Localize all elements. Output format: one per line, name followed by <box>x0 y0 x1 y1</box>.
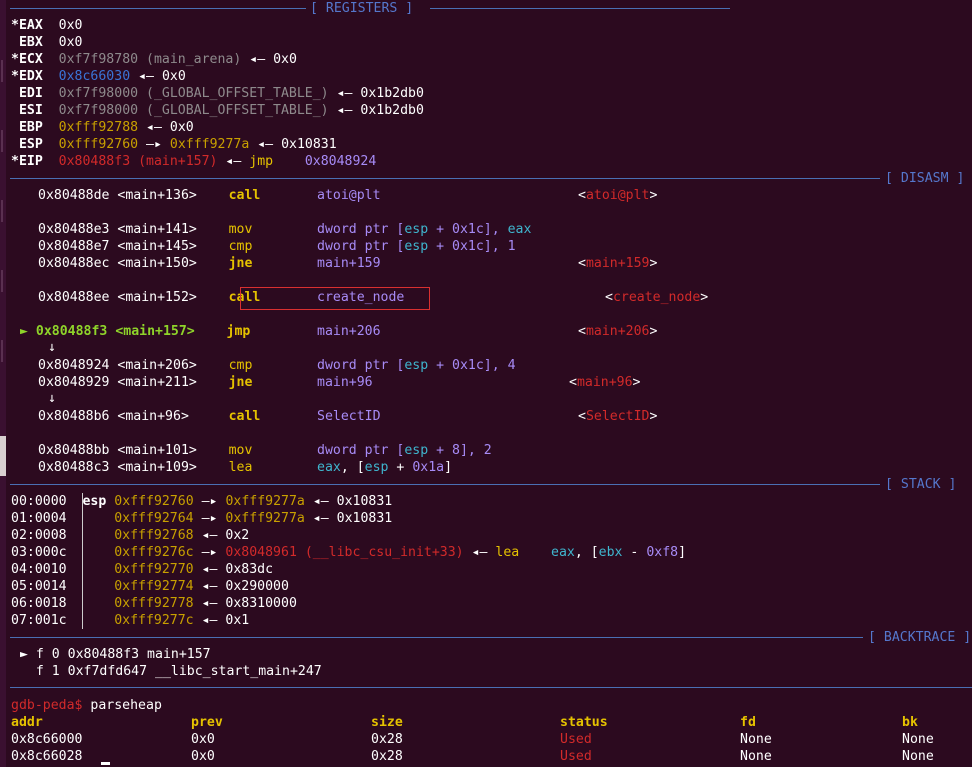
sidebar-tick <box>1 270 3 292</box>
terminal-scroll-sidebar <box>0 0 6 767</box>
sidebar-tick <box>1 200 3 222</box>
disasm-title: [ DISASM ] <box>885 171 965 186</box>
register-ebp: EBP 0xfff92788 ◂— 0x0 <box>18 120 194 135</box>
disasm-args: dword ptr [esp + 8], 2 <box>317 443 492 458</box>
stack-row[interactable]: 04:0010 0xfff92770 ◂— 0x83dc <box>11 561 273 578</box>
stack-row[interactable]: 05:0014 0xfff92774 ◂— 0x290000 <box>11 578 289 595</box>
disasm-line[interactable]: 0x80488de <main+136> call <box>38 187 260 204</box>
stack-row[interactable]: 01:0004 0xfff92764 —▸ 0xfff9277a ◂— 0x10… <box>11 510 392 527</box>
heap-col-header: addr <box>11 715 43 730</box>
disasm-line[interactable]: 0x80488b6 <main+96> call <box>38 408 260 425</box>
header-rule <box>430 8 730 9</box>
disasm-header: [ DISASM ] <box>10 170 972 187</box>
heap-col-header: fd <box>740 715 756 730</box>
backtrace-title: [ BACKTRACE ] <box>868 630 972 645</box>
register-esi: ESI 0xf7f98000 (_GLOBAL_OFFSET_TABLE_) ◂… <box>18 103 424 118</box>
disasm-args: eax, [esp + 0x1a] <box>317 460 453 475</box>
sidebar-tick <box>1 340 3 362</box>
register-ecx: *ECX 0xf7f98780 (main_arena) ◂— 0x0 <box>11 52 297 67</box>
jump-arrow: ↓ <box>48 340 56 355</box>
jump-arrow: ↓ <box>48 391 56 406</box>
register-eax: *EAX 0x0 <box>11 18 83 33</box>
backtrace-header: [ BACKTRACE ] <box>10 629 972 646</box>
heap-cell: None <box>740 749 772 764</box>
heap-col-header: size <box>371 715 403 730</box>
register-esp: ESP 0xfff92760 —▸ 0xfff9277a ◂— 0x10831 <box>18 137 337 152</box>
gdb-prompt: gdb-peda$ <box>11 698 83 713</box>
stack-row[interactable]: 00:0000 esp 0xfff92760 —▸ 0xfff9277a ◂— … <box>11 493 392 510</box>
disasm-line[interactable]: 0x80488e3 <main+141> mov <box>38 221 252 238</box>
register-ebx: EBX 0x0 <box>18 35 83 50</box>
disasm-args: atoi@plt <box>317 188 381 203</box>
header-rule <box>10 637 863 638</box>
header-rule <box>10 8 306 9</box>
disasm-args: main+206 <box>317 324 381 339</box>
heap-cell: 0x8c66000 <box>11 732 83 747</box>
disasm-line[interactable]: 0x80488e7 <main+145> cmp <box>38 238 252 255</box>
register-edi: EDI 0xf7f98000 (_GLOBAL_OFFSET_TABLE_) ◂… <box>18 86 424 101</box>
disasm-args: dword ptr [esp + 0x1c], eax <box>317 222 532 237</box>
disasm-args: dword ptr [esp + 0x1c], 4 <box>317 358 516 373</box>
command-line[interactable]: gdb-peda$ parseheap <box>11 697 162 714</box>
resize-handle[interactable] <box>0 436 6 476</box>
disasm-ref: <main+206> <box>578 324 658 339</box>
heap-cell-status: Used <box>560 749 592 764</box>
disasm-ref: <SelectID> <box>578 409 658 424</box>
register-edx: *EDX 0x8c66030 ◂— 0x0 <box>11 69 186 84</box>
stack-row[interactable]: 02:0008 0xfff92768 ◂— 0x2 <box>11 527 249 544</box>
heap-cell: 0x28 <box>371 749 403 764</box>
stack-row[interactable]: 03:000c 0xfff9276c —▸ 0x8048961 (__libc_… <box>11 544 686 561</box>
disasm-line-current[interactable]: ► 0x80488f3 <main+157> jmp <box>20 323 250 340</box>
header-rule <box>10 484 880 485</box>
disasm-ref: <atoi@plt> <box>578 188 658 203</box>
registers-header: [ REGISTERS ] <box>10 0 972 17</box>
heap-col-header: status <box>560 715 608 730</box>
disasm-ref: <main+159> <box>578 256 658 271</box>
heap-cell: 0x28 <box>371 732 403 747</box>
sidebar-tick <box>1 60 3 82</box>
heap-col-header: bk <box>902 715 918 730</box>
heap-cell: 0x8c66028 <box>11 749 83 764</box>
disasm-ref: <main+96> <box>569 375 641 390</box>
text-cursor <box>101 762 110 765</box>
disasm-args: dword ptr [esp + 0x1c], 1 <box>317 239 516 254</box>
disasm-line[interactable]: 0x80488bb <main+101> mov <box>38 442 252 459</box>
sidebar-tick <box>1 130 3 152</box>
disasm-line[interactable]: 0x80488ee <main+152> call <box>38 289 260 306</box>
disasm-line[interactable]: 0x80488ec <main+150> jne <box>38 255 252 272</box>
disasm-line[interactable]: 0x80488c3 <main+109> lea <box>38 459 252 476</box>
disasm-args: SelectID <box>317 409 381 424</box>
header-rule <box>10 178 880 179</box>
heap-cell: None <box>740 732 772 747</box>
stack-header: [ STACK ] <box>10 476 972 493</box>
heap-cell: 0x0 <box>191 732 215 747</box>
disasm-line[interactable]: 0x8048924 <main+206> cmp <box>38 357 252 374</box>
disasm-line[interactable]: 0x8048929 <main+211> jne <box>38 374 252 391</box>
disasm-ref: <create_node> <box>605 290 709 305</box>
stack-row[interactable]: 07:001c 0xfff9277c ◂— 0x1 <box>11 612 249 629</box>
backtrace-frame[interactable]: f 1 0xf7dfd647 __libc_start_main+247 <box>20 663 322 680</box>
heap-cell: 0x0 <box>191 749 215 764</box>
heap-cell: None <box>902 732 934 747</box>
stack-title: [ STACK ] <box>885 477 957 492</box>
command-text: parseheap <box>90 698 162 713</box>
heap-col-header: prev <box>191 715 223 730</box>
disasm-args: main+159 <box>317 256 381 271</box>
backtrace-frame[interactable]: ► f 0 0x80488f3 main+157 <box>20 646 211 663</box>
highlight-box <box>240 287 430 310</box>
registers-title: [ REGISTERS ] <box>310 1 414 16</box>
heap-cell: None <box>902 749 934 764</box>
register-eip: *EIP 0x80488f3 (main+157) ◂— jmp 0x80489… <box>11 154 377 169</box>
disasm-args: main+96 <box>317 375 373 390</box>
stack-row[interactable]: 06:0018 0xfff92778 ◂— 0x8310000 <box>11 595 297 612</box>
context-separator <box>10 687 972 688</box>
heap-cell-status: Used <box>560 732 592 747</box>
